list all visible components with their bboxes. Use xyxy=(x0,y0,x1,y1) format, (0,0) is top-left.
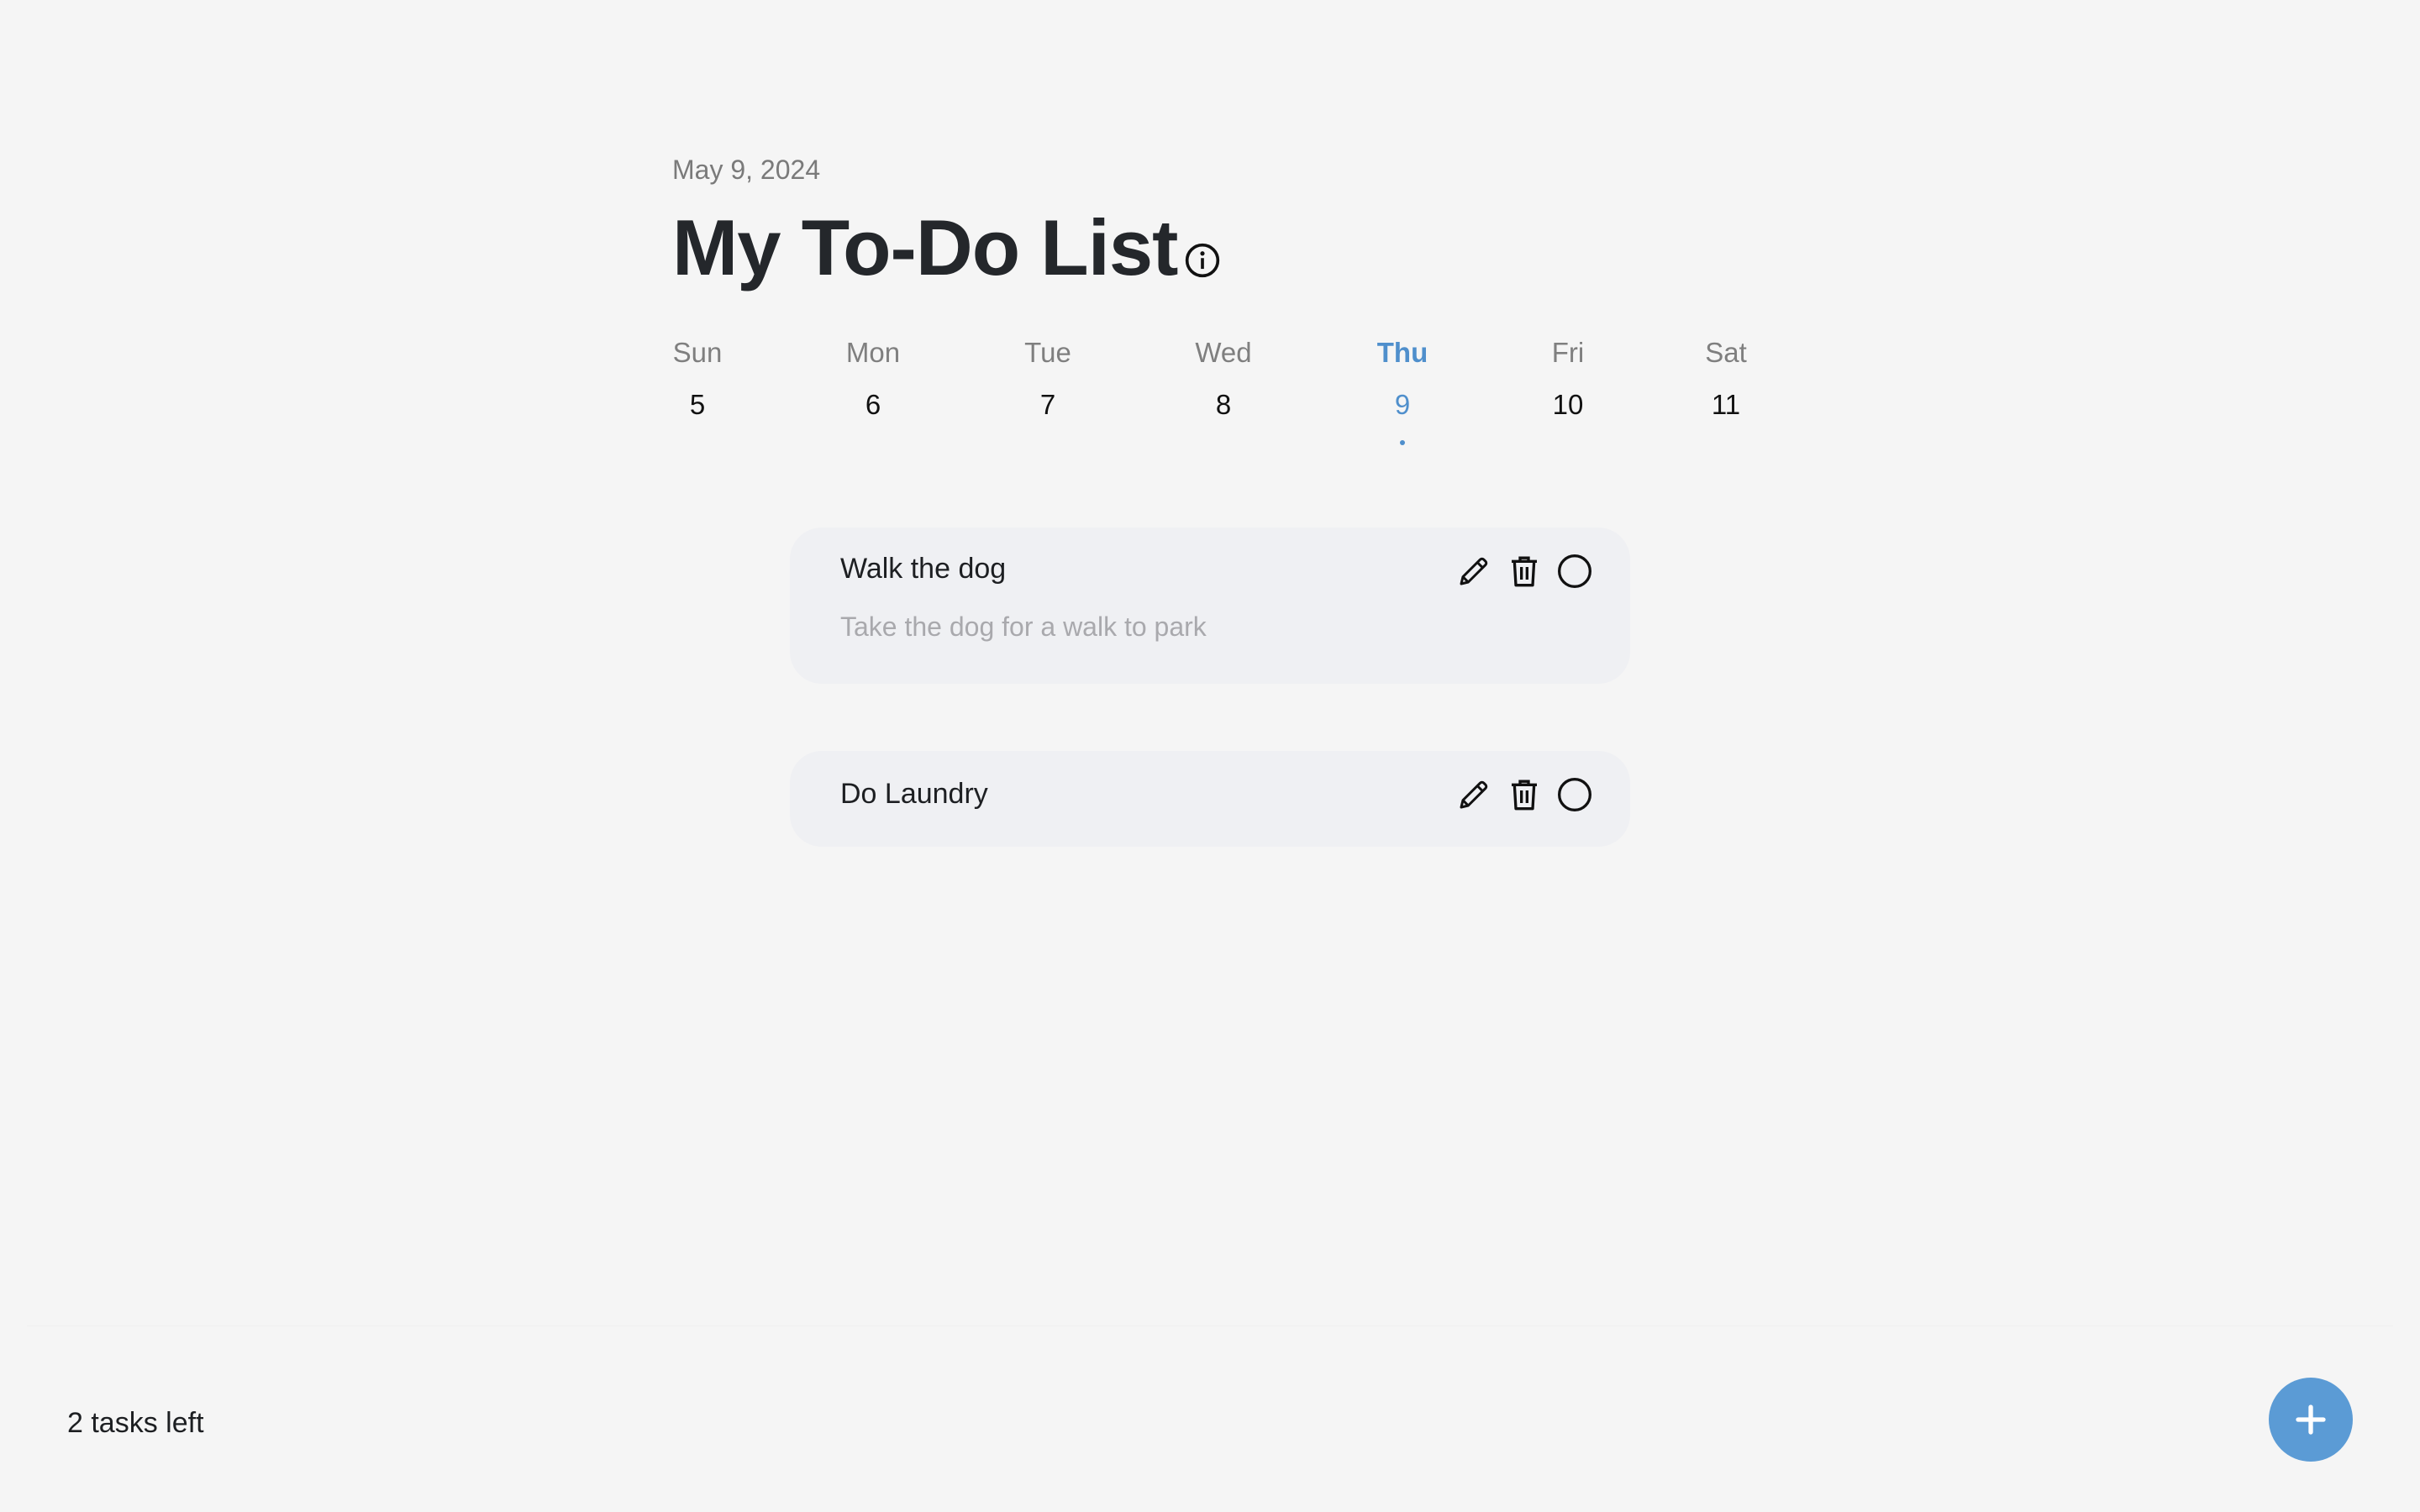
pencil-icon xyxy=(1460,557,1488,585)
day-number: 6 xyxy=(865,389,881,420)
day-name: Sat xyxy=(1705,337,1747,368)
task-description: Take the dog for a walk to park xyxy=(840,612,1207,642)
task-card[interactable]: Do Laundry xyxy=(790,751,1630,847)
day-fri[interactable]: Fri 10 xyxy=(1509,334,1627,423)
day-tue[interactable]: Tue 7 xyxy=(989,334,1107,423)
info-circle-icon[interactable] xyxy=(1184,242,1221,279)
day-sat[interactable]: Sat 11 xyxy=(1667,334,1785,423)
day-number: 9 xyxy=(1394,389,1411,420)
tasks-left-count: 2 tasks left xyxy=(67,1407,204,1439)
date-label: May 9, 2024 xyxy=(672,155,821,185)
title-row: My To-Do List xyxy=(672,202,1221,294)
selected-day-dot xyxy=(1400,440,1405,445)
circle-checkbox-icon xyxy=(1558,778,1591,811)
footer-bar: 2 tasks left xyxy=(27,1326,2393,1486)
task-actions xyxy=(1455,776,1593,813)
pencil-icon xyxy=(1460,780,1488,809)
task-card[interactable]: Walk the dog Take the dog for a walk to … xyxy=(790,528,1630,684)
day-name: Fri xyxy=(1551,337,1585,368)
day-name: Mon xyxy=(845,337,901,368)
day-number: 10 xyxy=(1552,389,1584,420)
day-number: 7 xyxy=(1039,389,1056,420)
day-name: Tue xyxy=(1024,337,1071,368)
delete-button[interactable] xyxy=(1506,553,1543,590)
plus-icon xyxy=(2296,1404,2326,1435)
add-task-button[interactable] xyxy=(2269,1378,2353,1462)
task-actions xyxy=(1455,553,1593,590)
circle-checkbox-icon xyxy=(1558,554,1591,588)
day-name: Wed xyxy=(1195,337,1252,368)
delete-button[interactable] xyxy=(1506,776,1543,813)
task-title: Walk the dog xyxy=(840,553,1007,585)
trash-icon xyxy=(1512,556,1537,587)
complete-toggle[interactable] xyxy=(1556,553,1593,590)
trash-icon xyxy=(1512,780,1537,811)
day-sun[interactable]: Sun 5 xyxy=(639,334,756,423)
day-wed[interactable]: Wed 8 xyxy=(1165,334,1282,423)
day-mon[interactable]: Mon 6 xyxy=(814,334,932,423)
day-number: 11 xyxy=(1711,389,1741,420)
day-name: Thu xyxy=(1376,337,1428,368)
week-strip: Sun 5 Mon 6 Tue 7 Wed 8 Thu 9 Fri 10 Sat… xyxy=(639,334,1781,469)
day-thu[interactable]: Thu 9 xyxy=(1344,334,1461,445)
edit-button[interactable] xyxy=(1455,776,1492,813)
day-number: 5 xyxy=(689,389,706,420)
edit-button[interactable] xyxy=(1455,553,1492,590)
task-title: Do Laundry xyxy=(840,778,988,810)
complete-toggle[interactable] xyxy=(1556,776,1593,813)
day-number: 8 xyxy=(1215,389,1232,420)
page-title: My To-Do List xyxy=(672,203,1178,291)
day-name: Sun xyxy=(672,337,723,368)
